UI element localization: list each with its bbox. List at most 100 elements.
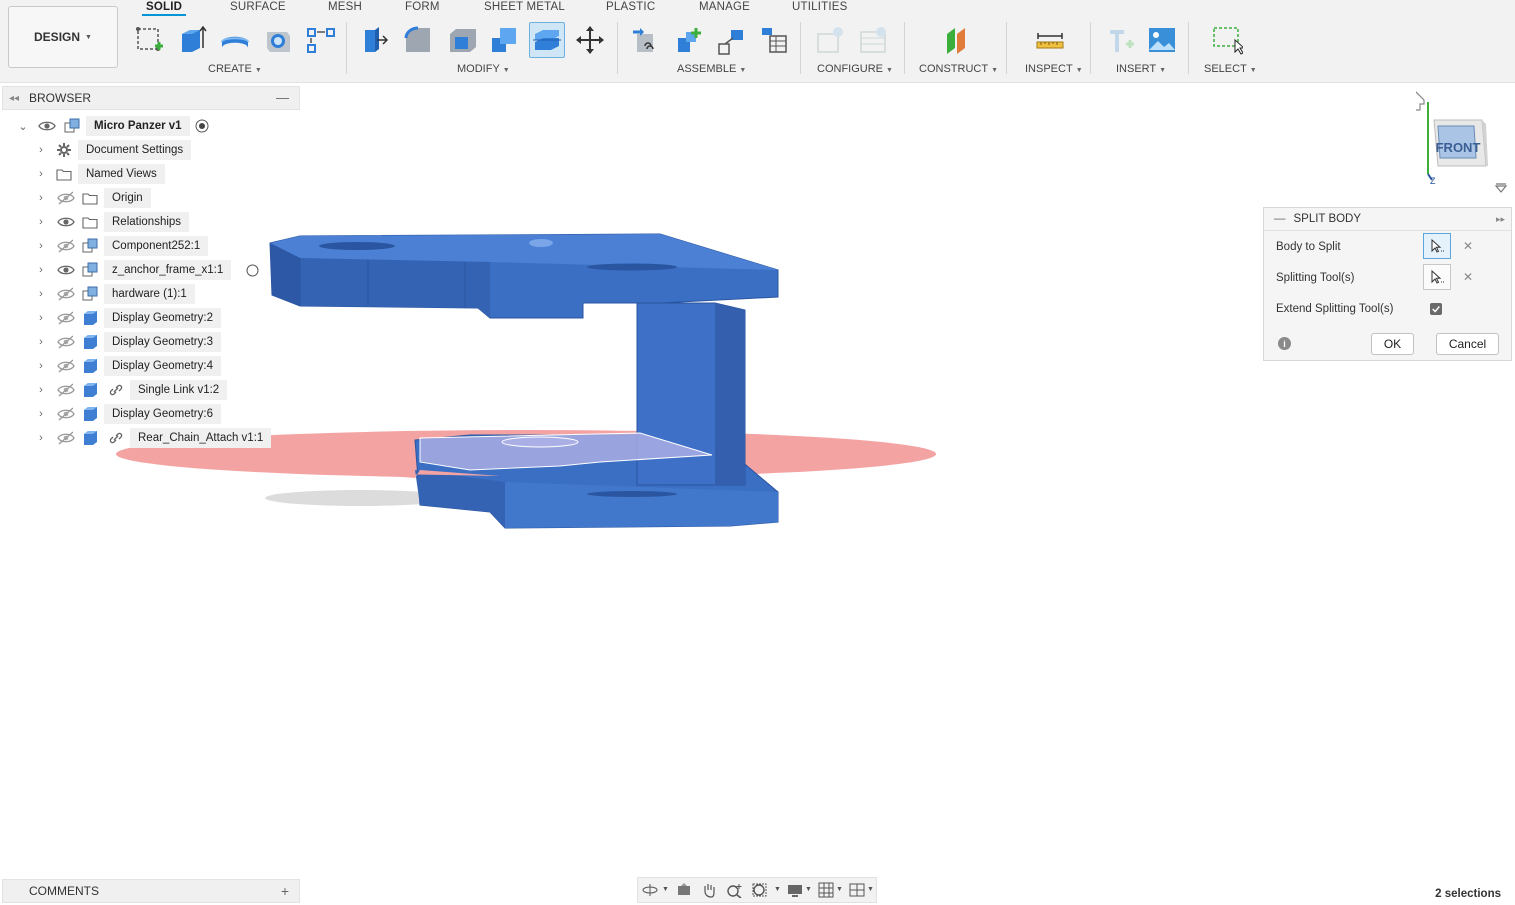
browser-item-label[interactable]: Named Views [78, 164, 165, 184]
browser-item-label[interactable]: Rear_Chain_Attach v1:1 [130, 428, 272, 448]
create-sketch-icon[interactable] [131, 22, 167, 58]
viewports-icon[interactable] [849, 882, 865, 898]
browser-root-row[interactable]: ⌄ Micro Panzer v1 [0, 115, 300, 137]
joint-icon[interactable] [670, 22, 706, 58]
split-body-icon[interactable] [529, 22, 565, 58]
eye-hidden-icon[interactable] [57, 191, 75, 205]
chevron-right-icon[interactable]: › [35, 264, 47, 276]
browser-tree-row[interactable]: › hardware (1):1 [0, 283, 300, 305]
activate-radio-icon[interactable] [195, 119, 209, 133]
as-built-joint-icon[interactable] [713, 22, 749, 58]
construct-menu[interactable]: CONSTRUCT ▼ [919, 63, 998, 75]
browser-tree-row[interactable]: › Component252:1 [0, 235, 300, 257]
inspect-menu[interactable]: INSPECT ▼ [1025, 63, 1083, 75]
add-comment-icon[interactable]: + [281, 883, 289, 899]
clear-body-selection-icon[interactable]: ✕ [1463, 239, 1473, 253]
eye-hidden-icon[interactable] [57, 311, 75, 325]
expand-dialog-icon[interactable]: ▸▸ [1496, 214, 1505, 225]
browser-tree-row[interactable]: › Relationships [0, 211, 300, 233]
tab-mesh[interactable]: MESH [328, 1, 362, 13]
eye-hidden-icon[interactable] [57, 359, 75, 373]
extend-splitting-tools-checkbox[interactable] [1430, 303, 1442, 315]
modify-menu[interactable]: MODIFY ▼ [457, 63, 510, 75]
insert-menu[interactable]: INSERT ▼ [1116, 63, 1166, 75]
create-menu[interactable]: CREATE ▼ [208, 63, 262, 75]
display-settings-icon[interactable] [787, 882, 803, 898]
workspace-switcher[interactable]: DESIGN ▼ [8, 6, 118, 68]
browser-item-label[interactable]: Single Link v1:2 [130, 380, 228, 400]
browser-item-label[interactable]: Relationships [104, 212, 190, 232]
eye-icon[interactable] [38, 119, 56, 133]
measure-icon[interactable] [1032, 22, 1068, 58]
body-to-split-selector[interactable] [1423, 233, 1451, 259]
browser-item-label[interactable]: Component252:1 [104, 236, 209, 256]
splitting-tools-selector[interactable] [1423, 264, 1451, 290]
browser-tree-row[interactable]: › Single Link v1:2 [0, 379, 300, 401]
info-icon[interactable]: i [1278, 337, 1291, 350]
caret-down-icon[interactable]: ▼ [836, 886, 843, 893]
vertical-post[interactable] [636, 302, 746, 486]
clear-tools-selection-icon[interactable]: ✕ [1463, 270, 1473, 284]
configure-table-icon[interactable] [812, 22, 848, 58]
chevron-right-icon[interactable]: › [35, 432, 47, 444]
move-icon[interactable] [572, 22, 608, 58]
eye-hidden-icon[interactable] [57, 335, 75, 349]
fit-icon[interactable] [752, 882, 768, 898]
caret-down-icon[interactable]: ▼ [662, 886, 669, 893]
orbit-icon[interactable] [642, 882, 658, 898]
browser-tree-row[interactable]: › Rear_Chain_Attach v1:1 [0, 427, 300, 449]
zoom-icon[interactable] [727, 882, 743, 898]
tab-solid[interactable]: SOLID [141, 1, 187, 16]
browser-tree-row[interactable]: › Display Geometry:6 [0, 403, 300, 425]
browser-item-label[interactable]: z_anchor_frame_x1:1 [104, 260, 232, 280]
minimize-icon[interactable]: — [276, 90, 289, 105]
browser-tree-row[interactable]: › Display Geometry:4 [0, 355, 300, 377]
cancel-button[interactable]: Cancel [1436, 333, 1499, 355]
new-component-icon[interactable] [627, 22, 663, 58]
look-at-icon[interactable] [676, 882, 692, 898]
chevron-right-icon[interactable]: › [35, 312, 47, 324]
viewcube[interactable]: FRONT Z [1407, 88, 1515, 198]
browser-tree-row[interactable]: › Origin [0, 187, 300, 209]
chevron-right-icon[interactable]: › [35, 288, 47, 300]
upper-plate[interactable] [269, 233, 779, 319]
chevron-right-icon[interactable]: › [35, 360, 47, 372]
chevron-right-icon[interactable]: › [35, 336, 47, 348]
browser-item-label[interactable]: Display Geometry:3 [104, 332, 221, 352]
insert-image-icon[interactable] [1144, 22, 1180, 58]
offset-plane-icon[interactable] [939, 22, 975, 58]
chevron-right-icon[interactable]: › [35, 216, 47, 228]
tab-utilities[interactable]: UTILITIES [792, 1, 847, 13]
chevron-down-icon[interactable]: ⌄ [17, 120, 29, 133]
chevron-right-icon[interactable]: › [35, 240, 47, 252]
ok-button[interactable]: OK [1371, 333, 1414, 355]
combine-icon[interactable] [486, 22, 522, 58]
configure-rules-icon[interactable] [855, 22, 891, 58]
tab-sheet-metal[interactable]: SHEET METAL [484, 1, 565, 13]
grid-icon[interactable] [818, 882, 834, 898]
chevron-right-icon[interactable]: › [35, 192, 47, 204]
browser-tree-row[interactable]: › Named Views [0, 163, 300, 185]
caret-down-icon[interactable]: ▼ [774, 886, 781, 893]
eye-icon[interactable] [57, 263, 75, 277]
tab-manage[interactable]: MANAGE [699, 1, 750, 13]
activate-radio-icon[interactable] [246, 264, 259, 277]
eye-hidden-icon[interactable] [57, 407, 75, 421]
pan-icon[interactable] [701, 882, 717, 898]
eye-hidden-icon[interactable] [57, 431, 75, 445]
assemble-menu[interactable]: ASSEMBLE ▼ [677, 63, 746, 75]
lower-plate[interactable] [414, 434, 779, 529]
browser-root-label[interactable]: Micro Panzer v1 [86, 116, 190, 136]
configure-menu[interactable]: CONFIGURE ▼ [817, 63, 893, 75]
revolve-icon[interactable] [217, 22, 253, 58]
caret-down-icon[interactable]: ▼ [805, 886, 812, 893]
tab-surface[interactable]: SURFACE [230, 1, 286, 13]
select-menu[interactable]: SELECT ▼ [1204, 63, 1257, 75]
eye-hidden-icon[interactable] [57, 287, 75, 301]
hole-icon[interactable] [260, 22, 296, 58]
chevron-right-icon[interactable]: › [35, 384, 47, 396]
extrude-icon[interactable] [174, 22, 210, 58]
chevron-right-icon[interactable]: › [35, 144, 47, 156]
eye-icon[interactable] [57, 215, 75, 229]
tab-plastic[interactable]: PLASTIC [606, 1, 655, 13]
